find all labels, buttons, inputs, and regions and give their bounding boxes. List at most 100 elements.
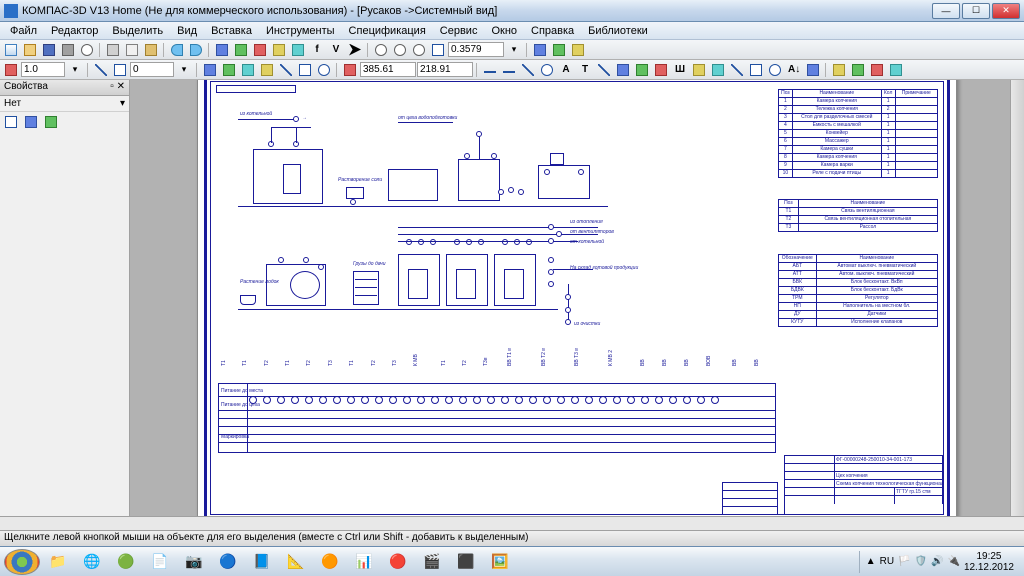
- task-item[interactable]: 🟢: [110, 549, 142, 575]
- scale-input[interactable]: [21, 62, 65, 77]
- task-item[interactable]: ⬛: [450, 549, 482, 575]
- task-item[interactable]: 🎬: [416, 549, 448, 575]
- task-item[interactable]: 📄: [144, 549, 176, 575]
- menu-file[interactable]: Файл: [4, 24, 43, 38]
- tool-button[interactable]: A↓: [785, 62, 803, 78]
- canvas[interactable]: из котельной → от цеха водоподготовки: [130, 80, 1024, 516]
- task-item[interactable]: 📘: [246, 549, 278, 575]
- menu-insert[interactable]: Вставка: [205, 24, 258, 38]
- menu-spec[interactable]: Спецификация: [343, 24, 432, 38]
- save-button[interactable]: [40, 42, 58, 58]
- tool-button[interactable]: [652, 62, 670, 78]
- stop-button[interactable]: [2, 62, 20, 78]
- menu-view[interactable]: Вид: [171, 24, 203, 38]
- tool-button[interactable]: [633, 62, 651, 78]
- tool-button[interactable]: [232, 42, 250, 58]
- tool-button[interactable]: [830, 62, 848, 78]
- zoom-fit-button[interactable]: [372, 42, 390, 58]
- refresh-button[interactable]: [550, 42, 568, 58]
- task-item[interactable]: 📁: [42, 549, 74, 575]
- menu-editor[interactable]: Редактор: [45, 24, 104, 38]
- tool-button[interactable]: Ш: [671, 62, 689, 78]
- tool-button[interactable]: [289, 42, 307, 58]
- stroke-input[interactable]: [130, 62, 174, 77]
- new-button[interactable]: [2, 42, 20, 58]
- minimize-button[interactable]: —: [932, 3, 960, 19]
- tray-icon[interactable]: 🔊: [931, 556, 943, 567]
- snap-button[interactable]: [315, 62, 333, 78]
- copy-button[interactable]: [123, 42, 141, 58]
- zoom-out-button[interactable]: [410, 42, 428, 58]
- tray-icon[interactable]: ▲: [866, 556, 876, 567]
- panel-close-icon[interactable]: ▫ ✕: [110, 81, 125, 94]
- snap-button[interactable]: [296, 62, 314, 78]
- tab-button[interactable]: [2, 114, 20, 130]
- start-button[interactable]: [4, 549, 40, 575]
- tool-button[interactable]: [213, 42, 231, 58]
- tray-clock[interactable]: 19:25 12.12.2012: [964, 551, 1014, 573]
- menu-window[interactable]: Окно: [485, 24, 523, 38]
- snap-button[interactable]: [201, 62, 219, 78]
- tool-button[interactable]: [728, 62, 746, 78]
- scrollbar-vertical[interactable]: [1010, 80, 1024, 516]
- task-item[interactable]: 📐: [280, 549, 312, 575]
- line-button[interactable]: [92, 62, 110, 78]
- tool-button[interactable]: [766, 62, 784, 78]
- dropdown-button[interactable]: ▾: [505, 42, 523, 58]
- menu-tools[interactable]: Инструменты: [260, 24, 341, 38]
- task-item[interactable]: 🖼️: [484, 549, 516, 575]
- menu-select[interactable]: Выделить: [106, 24, 169, 38]
- dropdown-button[interactable]: ▾: [66, 62, 84, 78]
- tool-button[interactable]: [709, 62, 727, 78]
- hatch-button[interactable]: [595, 62, 613, 78]
- menu-lib[interactable]: Библиотеки: [582, 24, 654, 38]
- zoom-rect-button[interactable]: [429, 42, 447, 58]
- var-button[interactable]: V: [327, 42, 345, 58]
- tool-button[interactable]: [614, 62, 632, 78]
- scrollbar-horizontal[interactable]: [0, 516, 1024, 530]
- tool-button[interactable]: [690, 62, 708, 78]
- task-item[interactable]: 🟠: [314, 549, 346, 575]
- tool-button[interactable]: [569, 42, 587, 58]
- snap-button[interactable]: [220, 62, 238, 78]
- stop2-button[interactable]: [341, 62, 359, 78]
- tray-icon[interactable]: 🔌: [947, 556, 959, 567]
- task-item[interactable]: 📊: [348, 549, 380, 575]
- props-button[interactable]: f: [308, 42, 326, 58]
- maximize-button[interactable]: ☐: [962, 3, 990, 19]
- print-button[interactable]: [59, 42, 77, 58]
- redo-button[interactable]: [187, 42, 205, 58]
- tray-icon[interactable]: 🛡️: [915, 556, 927, 567]
- dim-button[interactable]: [519, 62, 537, 78]
- tray-lang[interactable]: RU: [880, 556, 894, 567]
- menu-help[interactable]: Справка: [525, 24, 580, 38]
- dim-button[interactable]: [500, 62, 518, 78]
- task-item[interactable]: 🔵: [212, 549, 244, 575]
- open-button[interactable]: [21, 42, 39, 58]
- coord-x-input[interactable]: [360, 62, 416, 77]
- rect-button[interactable]: [111, 62, 129, 78]
- menu-service[interactable]: Сервис: [434, 24, 484, 38]
- dim-button[interactable]: [538, 62, 556, 78]
- tool-button[interactable]: [270, 42, 288, 58]
- tool-button[interactable]: [887, 62, 905, 78]
- cursor-button[interactable]: [346, 42, 364, 58]
- dropdown-button[interactable]: ▾: [175, 62, 193, 78]
- tab-button[interactable]: [42, 114, 60, 130]
- close-button[interactable]: ✕: [992, 3, 1020, 19]
- tool-button[interactable]: [747, 62, 765, 78]
- snap-button[interactable]: [258, 62, 276, 78]
- task-item[interactable]: 🔴: [382, 549, 414, 575]
- snap-button[interactable]: [239, 62, 257, 78]
- snap-button[interactable]: [277, 62, 295, 78]
- tool-button[interactable]: [868, 62, 886, 78]
- task-item[interactable]: 📷: [178, 549, 210, 575]
- cut-button[interactable]: [104, 42, 122, 58]
- tool-button[interactable]: [804, 62, 822, 78]
- dim-button[interactable]: [481, 62, 499, 78]
- paste-button[interactable]: [142, 42, 160, 58]
- panel-row[interactable]: Нет ▾: [0, 96, 129, 112]
- undo-button[interactable]: [168, 42, 186, 58]
- text-button[interactable]: A: [557, 62, 575, 78]
- text-button[interactable]: Т: [576, 62, 594, 78]
